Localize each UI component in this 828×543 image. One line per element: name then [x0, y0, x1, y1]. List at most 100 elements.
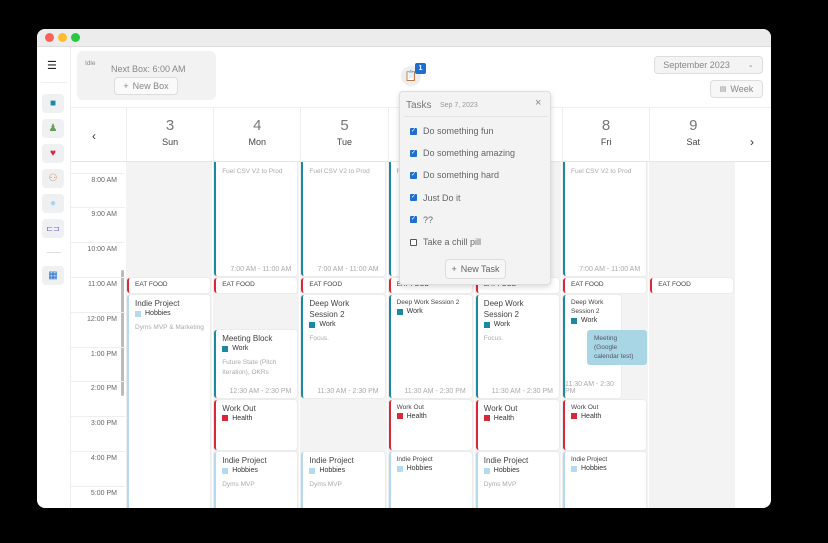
- next-week-button[interactable]: ›: [750, 135, 754, 149]
- eat-food-event[interactable]: EAT FOOD: [214, 278, 298, 294]
- day-header-sat[interactable]: 9 Sat: [649, 108, 736, 161]
- person-icon[interactable]: ♟: [42, 119, 64, 138]
- task-item[interactable]: Take a chill pill: [410, 237, 481, 247]
- view-week-button[interactable]: ▤ Week: [710, 80, 763, 98]
- task-checkbox[interactable]: ✓: [410, 216, 417, 224]
- task-label: Do something amazing: [423, 148, 516, 159]
- event-note: Fuel CSV V2 to Prod: [309, 167, 370, 175]
- event-title: EAT FOOD: [571, 281, 604, 288]
- category-label: Hobbies: [232, 467, 258, 474]
- event-title: Work Out: [483, 403, 518, 413]
- day-header-fri[interactable]: 8 Fri: [562, 108, 649, 161]
- event-title: EAT FOOD: [222, 281, 255, 288]
- event-note: Dyms MVP & Marketing: [135, 324, 204, 332]
- hour-line: [71, 311, 125, 313]
- day-name: Tue: [336, 137, 353, 147]
- calendar-event[interactable]: Session 1WorkFuel CSV V2 to Prod7:00 AM …: [214, 162, 298, 276]
- calendar-event[interactable]: Work Out Health: [475, 399, 559, 450]
- calendar-event[interactable]: Indie Project Hobbies Dyms MVP: [214, 452, 298, 508]
- chevron-down-icon: ⌄: [747, 62, 754, 69]
- calendar-event[interactable]: Indie Project Hobbies: [563, 452, 647, 508]
- day-number: 8: [601, 117, 611, 134]
- event-title: Indie Project: [483, 456, 529, 465]
- calendar-event[interactable]: Deep Work Session 2 Work Focus. 11:30 AM - …: [301, 295, 385, 398]
- google-calendar-event[interactable]: Meeting (Google calendar test): [587, 330, 647, 365]
- hour-line: [71, 451, 125, 452]
- event-note: Dyms MVP: [309, 481, 342, 488]
- scrollbar[interactable]: [121, 270, 124, 396]
- event-title: Deep Work Session 2: [309, 299, 350, 320]
- calendar-event[interactable]: Deep Work Session 2 Work Focus. 11:30 AM - …: [475, 295, 559, 398]
- calendar-event[interactable]: Indie Project Hobbies Dyms MVP: [301, 452, 385, 508]
- calendar-event[interactable]: Session 1WorkFuel CSV V2 to Prod7:00 AM …: [301, 162, 385, 276]
- minimize-window-button[interactable]: [58, 33, 67, 42]
- event-time: 7:00 AM - 11:00 AM: [230, 266, 292, 273]
- event-title: Indie Project: [309, 456, 354, 465]
- calendar-event[interactable]: Indie Project Hobbies Dyms MVP & Marketing: [127, 295, 211, 508]
- task-checkbox[interactable]: ✓: [410, 194, 417, 202]
- hour-label: 5:00 PM: [90, 489, 117, 497]
- month-label: September 2023: [663, 60, 730, 70]
- day-header-tue[interactable]: 5 Tue: [300, 108, 387, 161]
- category-label: Hobbies: [319, 467, 346, 474]
- event-note: Fuel CSV V2 to Prod: [571, 167, 632, 175]
- task-label: Do something fun: [423, 126, 494, 136]
- task-item[interactable]: ✓ Just Do it: [410, 193, 461, 203]
- task-item[interactable]: ✓??: [410, 215, 433, 225]
- event-category: Health: [483, 415, 553, 422]
- event-time: 11:30 AM - 2:30 PM: [491, 387, 553, 395]
- day-name: Fri: [600, 137, 612, 147]
- bed-icon[interactable]: ⊏⊐: [42, 219, 64, 238]
- task-item[interactable]: ✓ Do something hard: [410, 170, 499, 180]
- maximize-window-button[interactable]: [71, 33, 80, 42]
- hour-line: [71, 172, 125, 174]
- day-header-sun[interactable]: 3 Sun: [126, 108, 213, 161]
- category-swatch-icon: [483, 467, 490, 474]
- calendar-icon[interactable]: ▦: [42, 266, 64, 285]
- day-column[interactable]: [649, 162, 736, 508]
- hamburger-icon[interactable]: ☰: [47, 59, 57, 72]
- eat-food-event[interactable]: EAT FOOD: [127, 278, 211, 294]
- new-task-button[interactable]: + New Task: [445, 259, 506, 279]
- people-icon[interactable]: ⚇: [42, 169, 64, 188]
- task-checkbox[interactable]: ✓: [410, 149, 417, 157]
- category-label: Hobbies: [406, 465, 433, 472]
- hour-line: [71, 242, 125, 244]
- event-time: 7:00 AM - 11:00 AM: [317, 266, 379, 273]
- calendar-event[interactable]: Session 1WorkFuel CSV V2 to Prod7:00 AM …: [563, 162, 647, 276]
- calendar-event[interactable]: Meeting Block Work Future State (Pitch Ite…: [214, 330, 298, 398]
- task-item[interactable]: ✓ Do something amazing: [410, 148, 515, 158]
- task-label: Do something hard: [423, 170, 500, 181]
- eat-food-event[interactable]: EAT FOOD: [301, 278, 385, 294]
- calendar-event[interactable]: Deep Work Session 2 Work 11:30 AM - 2:30 P…: [388, 295, 472, 398]
- tasks-title: Tasks: [406, 100, 432, 111]
- briefcase-icon[interactable]: ■: [42, 94, 64, 113]
- hour-line: [71, 485, 125, 487]
- category-label: Hobbies: [145, 310, 171, 318]
- event-title: Indie Project: [135, 299, 180, 309]
- close-window-button[interactable]: [45, 33, 54, 42]
- event-note: Focus.: [483, 335, 504, 343]
- task-checkbox[interactable]: ✓: [410, 127, 417, 135]
- heart-icon[interactable]: ♥: [42, 144, 64, 163]
- hour-label: 4:00 PM: [90, 455, 117, 462]
- calendar-event[interactable]: Indie Project Hobbies: [388, 452, 472, 508]
- day-header-mon[interactable]: 4 Mon: [213, 108, 300, 161]
- event-category: Health: [571, 413, 640, 420]
- eat-food-event[interactable]: EAT FOOD: [650, 278, 734, 294]
- calendar-event[interactable]: Work Out Health: [214, 399, 298, 450]
- prev-week-button[interactable]: ‹: [92, 129, 96, 143]
- task-item[interactable]: ✓ Do something fun: [410, 126, 494, 136]
- hour-line: [71, 207, 125, 209]
- month-select[interactable]: September 2023 ⌄: [654, 56, 763, 74]
- next-box-label: Next Box: 6:00 AM: [111, 64, 186, 74]
- brain-icon[interactable]: ●: [42, 194, 64, 213]
- calendar-event[interactable]: Work Out Health: [388, 399, 472, 450]
- calendar-event[interactable]: Work Out Health: [563, 399, 647, 450]
- calendar-event[interactable]: Indie Project Hobbies Dyms MVP: [475, 452, 559, 508]
- new-box-button[interactable]: + New Box: [114, 77, 178, 95]
- close-icon[interactable]: ×: [535, 97, 541, 109]
- eat-food-event[interactable]: EAT FOOD: [563, 278, 647, 294]
- task-checkbox[interactable]: ✓: [410, 171, 417, 179]
- task-checkbox[interactable]: [410, 238, 417, 246]
